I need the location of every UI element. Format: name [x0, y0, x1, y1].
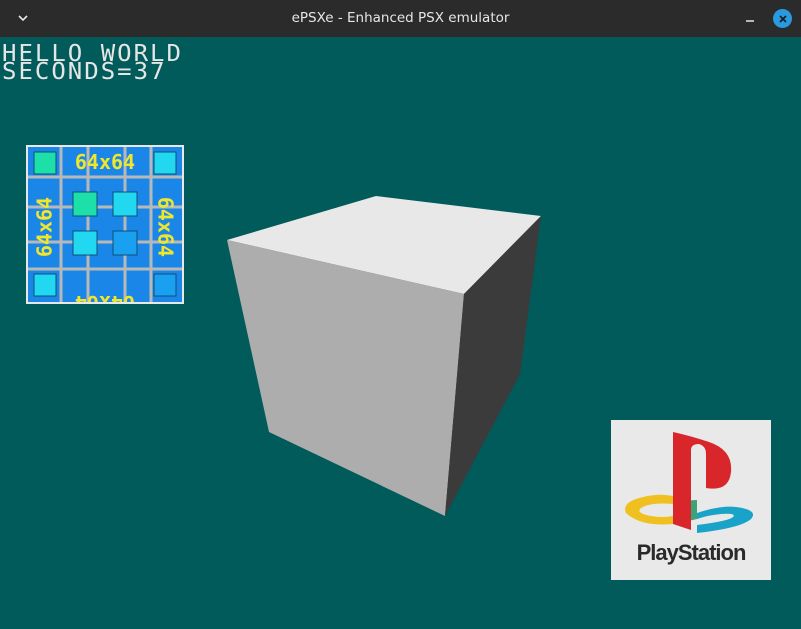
- emulator-screen: HELLO WORLD SECONDS=37 64x64 64x64 64x64…: [0, 37, 801, 629]
- window-titlebar: ePSXe - Enhanced PSX emulator: [0, 0, 801, 37]
- debug-text: HELLO WORLD SECONDS=37: [2, 42, 183, 85]
- playstation-logo-graphic: PlayStation: [611, 420, 771, 580]
- window-title: ePSXe - Enhanced PSX emulator: [291, 10, 510, 26]
- texture-label-top: 64x64: [75, 150, 135, 174]
- rotating-cube: [227, 196, 541, 516]
- texture-test-tile: 64x64 64x64 64x64 64x64: [26, 145, 184, 304]
- seconds-counter-text: SECONDS=37: [2, 58, 167, 85]
- texture-label-right: 64x64: [154, 197, 178, 257]
- texture-label-bottom: 64x64: [75, 291, 135, 302]
- minimize-icon[interactable]: [741, 9, 759, 27]
- close-icon[interactable]: [773, 9, 792, 28]
- texture-label-left: 64x64: [33, 197, 57, 257]
- playstation-logo-text: PlayStation: [637, 540, 746, 565]
- playstation-logo: PlayStation: [611, 420, 771, 580]
- texture-grid-graphic: 64x64 64x64 64x64 64x64: [28, 147, 182, 302]
